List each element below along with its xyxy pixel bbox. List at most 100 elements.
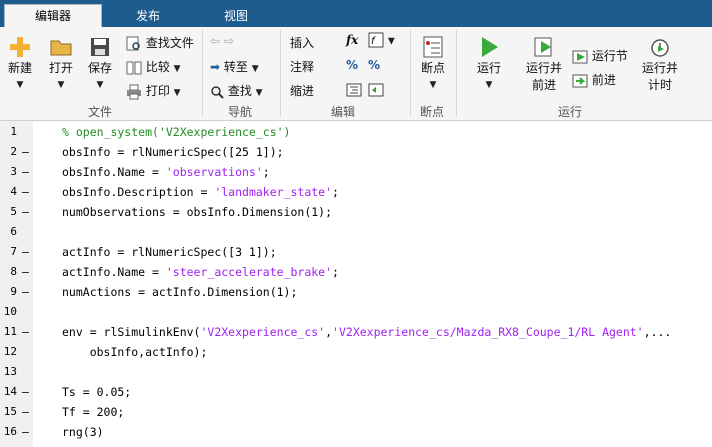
fx-label: fx [346, 33, 359, 47]
code-line[interactable]: 14– Ts = 0.05; [0, 382, 712, 402]
run-section-label: 运行节 [591, 49, 628, 63]
tab-editor[interactable]: 编辑器 [4, 4, 102, 28]
new-plus-icon [10, 37, 30, 57]
executable-line-marker[interactable]: – [22, 142, 29, 162]
line-number: 1 [10, 125, 17, 138]
percent-icon: % [346, 58, 359, 72]
code-text: env = rlSimulinkEnv('V2Xexperience_cs','… [62, 322, 671, 342]
executable-line-marker[interactable]: – [22, 182, 29, 202]
back-forward-buttons[interactable]: ⇦ ⇨ [210, 34, 234, 48]
code-string: 'landmaker_state' [214, 185, 333, 199]
comment-percent-button[interactable]: % [346, 58, 358, 72]
run-and-advance-button[interactable]: 运行并 前进 [522, 35, 566, 93]
tab-view[interactable]: 视图 [208, 5, 264, 27]
advance-button[interactable]: 前进 [572, 71, 616, 89]
run-section-button[interactable]: 运行节 [572, 47, 628, 65]
run-button[interactable]: 运行 ▼ [470, 35, 508, 90]
code-text: numActions = actInfo.Dimension(1); [62, 282, 297, 302]
tab-publish[interactable]: 发布 [120, 5, 176, 27]
line-number: 8 [10, 265, 17, 278]
code-text: rng(3) [62, 422, 104, 442]
open-button[interactable]: 打开 ▼ [43, 35, 79, 90]
breakpoints-button[interactable]: 断点 ▼ [414, 35, 452, 90]
code-text: actInfo.Name = 'steer_accelerate_brake'; [62, 262, 339, 282]
search-icon [211, 85, 224, 99]
code-line[interactable]: 15– Tf = 200; [0, 402, 712, 422]
executable-line-marker[interactable]: – [22, 382, 29, 402]
save-button[interactable]: 保存 ▼ [82, 35, 118, 90]
code-comment: % open_system('V2Xexperience_cs') [62, 125, 291, 139]
comment-button[interactable]: 注释 [290, 58, 314, 75]
executable-line-marker[interactable]: – [22, 402, 29, 422]
code-line[interactable]: 11– env = rlSimulinkEnv('V2Xexperience_cs… [0, 322, 712, 342]
code-line[interactable]: 16– rng(3) [0, 422, 712, 442]
comment-label: 注释 [290, 60, 315, 74]
code-token: , [325, 325, 333, 339]
compare-button[interactable]: 比较 ▼ [126, 58, 181, 76]
group-separator [280, 30, 281, 116]
executable-line-marker[interactable]: – [22, 162, 29, 182]
decrease-indent-button[interactable] [368, 82, 384, 98]
wrap-comments-button[interactable]: % [368, 58, 380, 72]
code-token: obsInfo = rlNumericSpec([25 1]); [62, 145, 284, 159]
code-editor[interactable]: 1% open_system('V2Xexperience_cs') 2– obsI… [0, 121, 712, 447]
print-button[interactable]: 打印 ▼ [126, 82, 181, 100]
indent-button[interactable]: 缩进 [290, 82, 314, 99]
code-line[interactable]: 4– obsInfo.Description = 'landmaker_state… [0, 182, 712, 202]
goto-button[interactable]: ➡ 转至 ▼ [210, 58, 259, 75]
code-text: obsInfo.Name = 'observations'; [62, 162, 270, 182]
code-line[interactable]: 7– actInfo = rlNumericSpec([3 1]); [0, 242, 712, 262]
run-advance-label-1: 运行并 [525, 61, 562, 75]
code-text: Tf = 200; [62, 402, 124, 422]
code-token: obsInfo,actInfo); [89, 345, 208, 359]
code-line[interactable]: 9– numActions = actInfo.Dimension(1); [0, 282, 712, 302]
code-text: actInfo = rlNumericSpec([3 1]); [62, 242, 277, 262]
executable-line-marker[interactable]: – [22, 322, 29, 342]
find-files-button[interactable]: 查找文件 [126, 34, 194, 52]
group-label-run: 运行 [557, 105, 582, 119]
code-line[interactable]: 2– obsInfo = rlNumericSpec([25 1]); [0, 142, 712, 162]
executable-line-marker[interactable]: – [22, 262, 29, 282]
code-token: Tf = 200; [62, 405, 125, 419]
insert-function-caret-icon: ▼ [387, 36, 395, 47]
code-token: ; [332, 185, 339, 199]
line-number: 15 [3, 405, 17, 418]
code-line[interactable]: 10 [0, 302, 712, 322]
run-and-time-button[interactable]: 运行并 计时 [638, 35, 682, 93]
executable-line-marker[interactable]: – [22, 202, 29, 222]
code-string: 'V2Xexperience_cs/Mazda_RX8_Coupe_1/RL A… [332, 325, 644, 339]
line-number: 9 [10, 285, 17, 298]
code-token: actInfo = rlNumericSpec([3 1]); [62, 245, 277, 259]
insert-button[interactable]: 插入 [290, 34, 314, 51]
code-token: rng(3) [62, 425, 104, 439]
code-text: obsInfo.Description = 'landmaker_state'; [62, 182, 339, 202]
run-caret-icon: ▼ [485, 80, 493, 90]
goto-caret-icon: ▼ [251, 64, 259, 74]
code-line[interactable]: 12 obsInfo,actInfo); [0, 342, 712, 362]
code-line[interactable]: 8– actInfo.Name = 'steer_accelerate_brake… [0, 262, 712, 282]
new-caret-icon: ▼ [16, 80, 24, 90]
insert-function-button[interactable]: f ▼ [368, 32, 395, 48]
code-line[interactable]: 13 [0, 362, 712, 382]
group-label-edit: 编辑 [330, 105, 355, 119]
group-label-navigate: 导航 [227, 105, 252, 119]
new-button[interactable]: 新建 ▼ [2, 35, 38, 90]
find-button[interactable]: 查找 ▼ [210, 82, 263, 99]
forward-arrow-icon: ⇨ [223, 34, 234, 48]
smart-indent-button[interactable] [346, 82, 362, 98]
executable-line-marker[interactable]: – [22, 282, 29, 302]
code-string: 'V2Xexperience_cs' [200, 325, 326, 339]
run-time-label-1: 运行并 [641, 61, 678, 75]
code-line[interactable]: 1 % open_system('V2Xexperience_cs') [0, 122, 712, 142]
code-line[interactable]: 6 [0, 222, 712, 242]
run-advance-label-2: 前进 [531, 78, 556, 92]
code-line[interactable]: 5– numObservations = obsInfo.Dimension(1)… [0, 202, 712, 222]
code-line[interactable]: 3– obsInfo.Name = 'observations'; [0, 162, 712, 182]
executable-line-marker[interactable]: – [22, 242, 29, 262]
find-files-icon [126, 36, 140, 50]
executable-line-marker[interactable]: – [22, 422, 29, 442]
advance-icon [572, 74, 588, 87]
code-token: numActions = actInfo.Dimension(1); [62, 285, 298, 299]
fx-button[interactable]: fx [346, 33, 358, 47]
